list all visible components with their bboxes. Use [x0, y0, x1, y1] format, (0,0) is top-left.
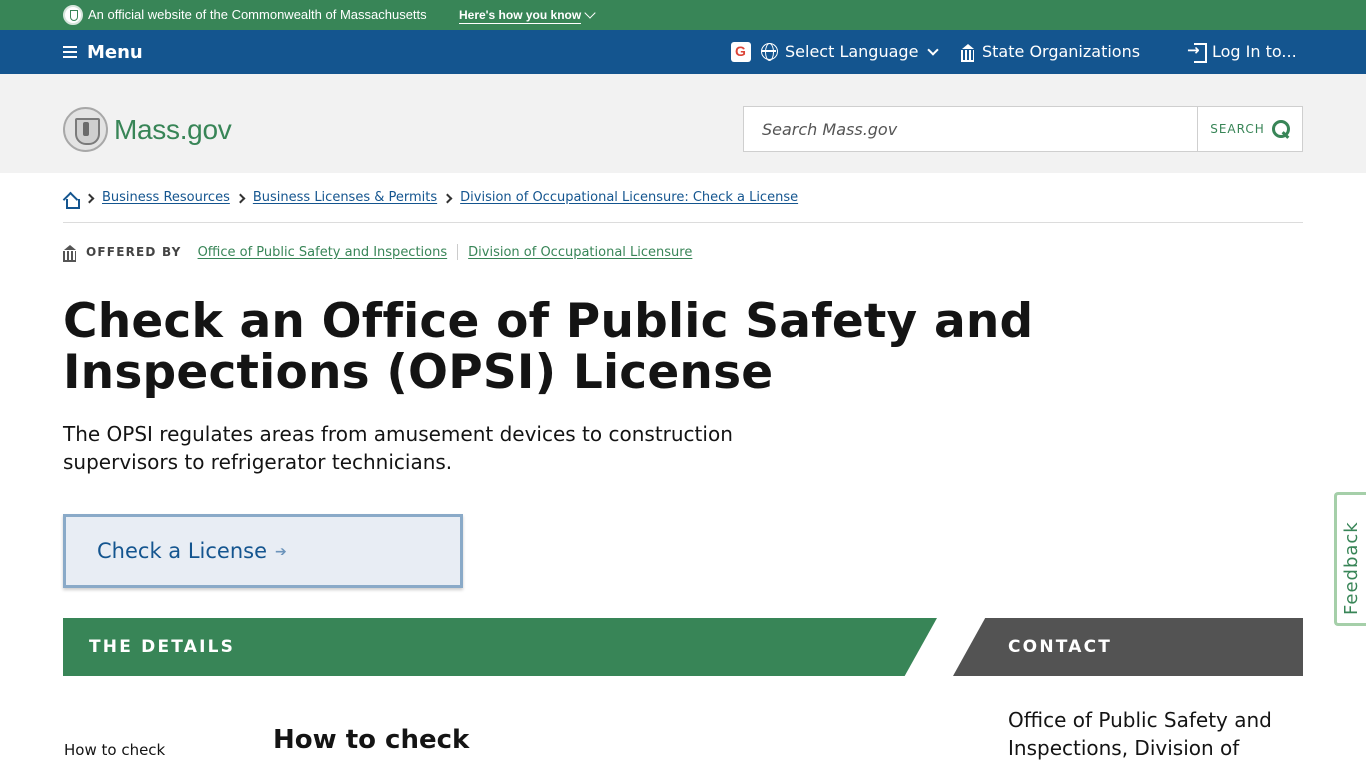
chevron-right-icon [235, 193, 246, 204]
select-language-label: Select Language [785, 42, 919, 61]
arrow-right-icon: ➔ [275, 544, 287, 560]
contact-org-name: Office of Public Safety and Inspections,… [1008, 708, 1272, 760]
search-icon [1271, 120, 1290, 138]
login-button[interactable]: Log In to... [1187, 41, 1297, 63]
state-seal-icon [63, 5, 83, 25]
site-header: Mass.gov SEARCH [0, 74, 1366, 173]
search-input[interactable] [744, 107, 1198, 151]
heres-how-you-know-link[interactable]: Here's how you know [459, 8, 582, 24]
search-button-label: SEARCH [1210, 122, 1265, 136]
select-language-dropdown[interactable]: Select Language [761, 42, 940, 61]
state-seal-icon [63, 107, 108, 152]
feedback-label: Feedback [1341, 521, 1362, 615]
breadcrumb-business-resources[interactable]: Business Resources [102, 190, 230, 205]
menu-button[interactable]: Menu [63, 41, 143, 63]
menu-label: Menu [87, 41, 143, 63]
logo-text: Mass.gov [114, 113, 232, 145]
feedback-tab[interactable]: Feedback [1334, 492, 1366, 626]
official-banner-text: An official website of the Commonwealth … [88, 7, 427, 22]
offered-by: OFFERED BY Office of Public Safety and I… [63, 244, 692, 262]
hamburger-icon [63, 46, 77, 58]
mass-gov-logo[interactable]: Mass.gov [63, 107, 232, 152]
breadcrumb: Business Resources Business Licenses & P… [63, 190, 1303, 223]
page-title: Check an Office of Public Safety and Ins… [63, 294, 1034, 400]
chevron-down-icon [927, 43, 940, 56]
toc-how-to-check-link[interactable]: How to check [64, 741, 165, 759]
how-to-check-heading: How to check [273, 725, 470, 755]
search-button[interactable]: SEARCH [1198, 107, 1302, 151]
breadcrumb-check-a-license[interactable]: Division of Occupational Licensure: Chec… [460, 190, 798, 205]
chevron-right-icon [84, 193, 95, 204]
check-a-license-label: Check a License [97, 539, 267, 563]
state-organizations-label: State Organizations [982, 42, 1141, 61]
details-section-header: THE DETAILS [63, 618, 937, 676]
utility-nav: Menu Select Language State Organizations… [0, 30, 1366, 74]
globe-icon [761, 43, 778, 61]
contact-section-header: CONTACT [953, 618, 1303, 676]
chevron-down-icon[interactable] [584, 7, 596, 19]
offered-by-label: OFFERED BY [86, 245, 182, 259]
home-icon[interactable] [63, 192, 80, 209]
page-lede: The OPSI regulates areas from amusement … [63, 422, 733, 474]
search-form: SEARCH [743, 106, 1303, 152]
chevron-right-icon [442, 193, 453, 204]
contact-heading: CONTACT [1008, 637, 1113, 657]
divider [457, 244, 459, 260]
state-organizations-button[interactable]: State Organizations [960, 42, 1141, 62]
breadcrumb-licenses-permits[interactable]: Business Licenses & Permits [253, 190, 437, 205]
google-translate-icon [731, 42, 751, 62]
building-icon [960, 43, 975, 62]
official-site-banner: An official website of the Commonwealth … [0, 0, 1366, 30]
building-icon [63, 244, 77, 262]
offered-by-dol-link[interactable]: Division of Occupational Licensure [468, 245, 692, 260]
details-heading: THE DETAILS [89, 637, 236, 657]
check-a-license-button[interactable]: Check a License ➔ [63, 514, 463, 588]
offered-by-opsi-link[interactable]: Office of Public Safety and Inspections [198, 245, 448, 260]
login-label: Log In to... [1212, 42, 1297, 61]
login-icon [1187, 41, 1207, 63]
